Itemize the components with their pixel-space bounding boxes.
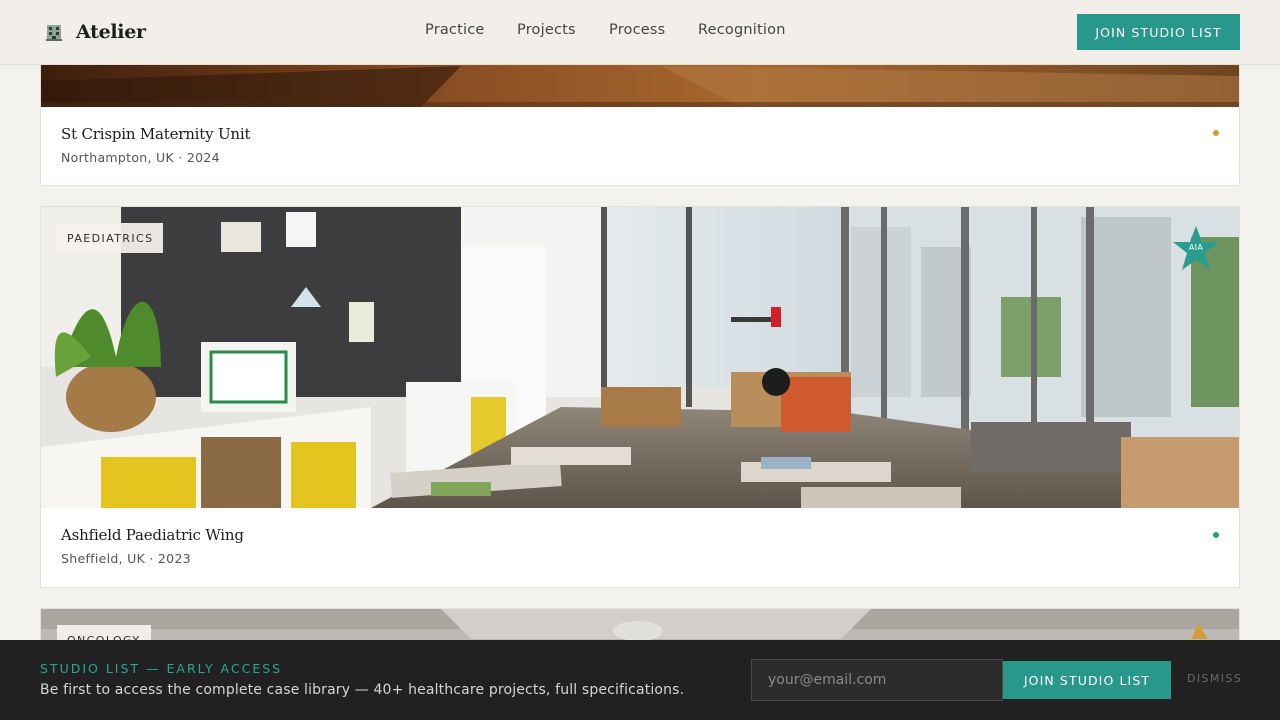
nav-projects[interactable]: Projects — [517, 22, 576, 38]
project-title[interactable]: Ashfield Paediatric Wing — [61, 526, 244, 544]
status-indicator — [1213, 532, 1219, 538]
early-access-banner: STUDIO LIST — EARLY ACCESS Be first to a… — [0, 640, 1280, 720]
site-header: Atelier Practice Projects Process Recogn… — [0, 0, 1280, 65]
email-field[interactable] — [751, 659, 1003, 701]
award-label: AIA — [1188, 243, 1204, 252]
dismiss-button[interactable]: DISMISS — [1187, 672, 1242, 685]
project-title[interactable]: St Crispin Maternity Unit — [61, 125, 250, 143]
project-card-ashfield[interactable]: PAEDIATRICS AIA Ashfield Paediatric Wing… — [40, 206, 1240, 588]
building-icon — [46, 25, 62, 41]
nav-recognition[interactable]: Recognition — [698, 22, 786, 38]
status-indicator — [1213, 130, 1219, 136]
brand-name: Atelier — [76, 21, 146, 43]
nav-practice[interactable]: Practice — [425, 22, 485, 38]
banner-description: Be first to access the complete case lib… — [40, 682, 685, 698]
brand-logo[interactable]: Atelier — [46, 20, 146, 44]
project-photo — [41, 207, 1239, 508]
award-badge: AIA — [1171, 225, 1221, 273]
project-location-year: Northampton, UK · 2024 — [61, 150, 220, 165]
join-studio-list-button[interactable]: JOIN STUDIO LIST — [1077, 14, 1240, 50]
category-tag: PAEDIATRICS — [57, 223, 164, 253]
banner-join-button[interactable]: JOIN STUDIO LIST — [1003, 661, 1171, 699]
banner-kicker: STUDIO LIST — EARLY ACCESS — [40, 661, 283, 676]
nav-process[interactable]: Process — [609, 22, 665, 38]
project-location-year: Sheffield, UK · 2023 — [61, 551, 191, 566]
